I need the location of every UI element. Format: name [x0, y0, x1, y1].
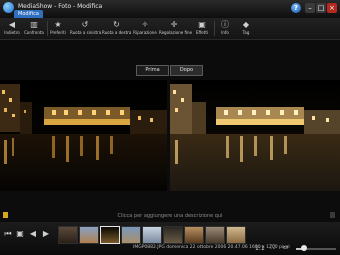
rotate-left-label: Ruota a sinistra	[70, 30, 102, 35]
magic-wand-icon: ✧	[141, 20, 149, 29]
maximize-button[interactable]: □	[316, 3, 326, 13]
first-photo-button[interactable]: ⏮	[3, 229, 13, 239]
fine-tune-label: Regolazione fine	[159, 30, 193, 35]
effects-button[interactable]: ▣ Effetti	[193, 18, 211, 39]
monitor-icon[interactable]: ▭	[281, 244, 290, 252]
tab-modifica[interactable]: Modifica	[14, 10, 43, 18]
compare-icon: ▥	[30, 20, 38, 29]
back-button[interactable]: ◀ Indietro	[2, 18, 22, 39]
photo-before	[0, 80, 167, 191]
effects-icon: ▣	[198, 20, 206, 29]
toolbar-divider	[214, 21, 215, 36]
zoom-slider[interactable]	[296, 245, 336, 251]
zoom-1to1-button[interactable]: 1:1	[255, 245, 265, 252]
close-button[interactable]: ×	[327, 3, 337, 13]
rotate-right-label: Ruota a destra	[102, 30, 132, 35]
zoom-slider-knob[interactable]	[301, 245, 307, 251]
filmstrip-thumbnail[interactable]	[205, 226, 225, 244]
previous-photo-button[interactable]: ◀	[28, 229, 38, 239]
slideshow-button[interactable]: ▣	[15, 229, 25, 239]
fine-tune-icon: ✛	[170, 20, 178, 29]
caption-prompt[interactable]: Clicca per aggiungere una descrizione qu…	[0, 213, 340, 220]
star-icon: ★	[54, 20, 62, 29]
delete-icon[interactable]	[330, 212, 335, 218]
tag-button[interactable]: ◆ Tag	[238, 18, 254, 39]
help-button[interactable]: ?	[291, 3, 301, 13]
photo-filename: IMGP0882.JPG	[133, 245, 165, 250]
filmstrip-thumbnail[interactable]	[142, 226, 162, 244]
rotate-right-icon: ↻	[113, 20, 120, 29]
info-label: Info	[221, 30, 229, 35]
info-icon: ⓘ	[221, 20, 229, 29]
window-title: MediaShow - Foto - Modifica	[18, 3, 103, 10]
mediashow-logo-icon	[3, 2, 14, 13]
rotate-right-button[interactable]: ↻ Ruota a destra	[102, 18, 131, 39]
filmstrip-thumbnail[interactable]	[58, 226, 78, 244]
edit-toolbar: ◀ Indietro ▥ Confronta ★ Preferiti ↺ Ruo…	[0, 18, 340, 40]
back-label: Indietro	[4, 30, 20, 35]
filmstrip-thumbnail[interactable]	[121, 226, 141, 244]
title-bar: MediaShow - Foto - Modifica Modifica ? –…	[0, 0, 340, 18]
tag-label: Tag	[242, 30, 250, 35]
minimize-button[interactable]: –	[305, 3, 315, 13]
fine-tune-button[interactable]: ✛ Regolazione fine	[159, 18, 193, 39]
back-icon: ◀	[8, 20, 16, 29]
repair-button[interactable]: ✧ Riparazione	[133, 18, 157, 39]
after-toggle[interactable]: Dopo	[170, 65, 203, 76]
info-button[interactable]: ⓘ Info	[217, 18, 233, 39]
photo-info: IMGP0882.JPG domenica 22 ottobre 2006 20…	[133, 245, 290, 250]
tag-icon: ◆	[242, 20, 250, 29]
photo-datetime: domenica 22 ottobre 2006 20.47.06	[166, 245, 248, 250]
filmstrip-thumbnail[interactable]	[79, 226, 99, 244]
filmstrip-thumbnail[interactable]	[226, 226, 246, 244]
photo-after	[170, 80, 340, 191]
effects-label: Effetti	[196, 30, 208, 35]
rotate-left-icon: ↺	[81, 20, 89, 29]
filmstrip-thumbnail[interactable]	[184, 226, 204, 244]
favorites-label: Preferiti	[50, 30, 66, 35]
compare-button[interactable]: ▥ Confronta	[23, 18, 45, 39]
next-photo-button[interactable]: ▶	[41, 229, 51, 239]
filmstrip-thumbnail-selected[interactable]	[100, 226, 120, 244]
repair-label: Riparazione	[133, 30, 157, 35]
filmstrip-thumbnail[interactable]	[163, 226, 183, 244]
compare-label: Confronta	[24, 30, 44, 35]
rotate-left-button[interactable]: ↺ Ruota a sinistra	[70, 18, 102, 39]
favorites-button[interactable]: ★ Preferiti	[48, 18, 68, 39]
before-toggle[interactable]: Prima	[136, 65, 169, 76]
fit-window-icon[interactable]: ⛶	[268, 244, 277, 252]
